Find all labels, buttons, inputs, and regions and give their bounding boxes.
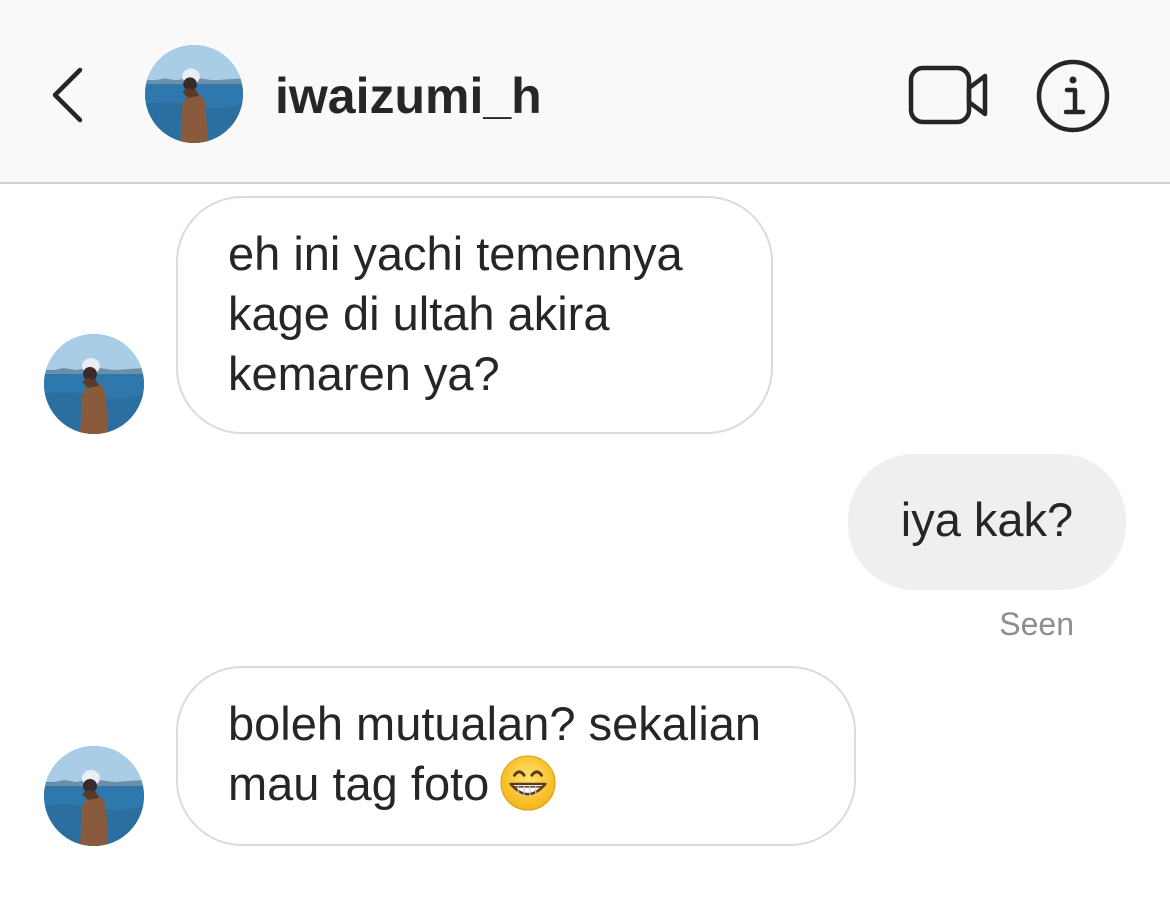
info-icon [1036,59,1110,133]
sender-avatar[interactable] [44,746,144,846]
seen-status: Seen [999,606,1074,642]
video-call-button[interactable] [905,60,995,130]
message-line: eh ini yachi temennya [228,227,683,280]
video-camera-icon [908,65,988,125]
contact-avatar[interactable] [145,45,243,143]
contact-username[interactable]: iwaizumi_h [275,66,542,126]
message-line: kemaren ya? [228,347,500,400]
message-line: iya kak? [900,493,1074,546]
grinning-face-emoji-icon [500,755,556,811]
incoming-message-bubble[interactable]: eh ini yachi temennya kage di ultah akir… [176,196,773,434]
message-line: kage di ultah akira [228,287,610,340]
message-text: mau tag foto [228,757,490,810]
back-button[interactable] [40,60,100,130]
outgoing-message-bubble[interactable]: iya kak? [848,454,1126,590]
sender-avatar[interactable] [44,334,144,434]
message-line: mau tag foto [228,754,804,814]
info-button[interactable] [1035,58,1111,134]
chevron-left-icon [52,67,83,123]
message-line: boleh mutualan? sekalian [228,697,762,750]
incoming-message-bubble[interactable]: boleh mutualan? sekalian mau tag foto [176,666,856,846]
chat-header: iwaizumi_h [0,0,1170,184]
